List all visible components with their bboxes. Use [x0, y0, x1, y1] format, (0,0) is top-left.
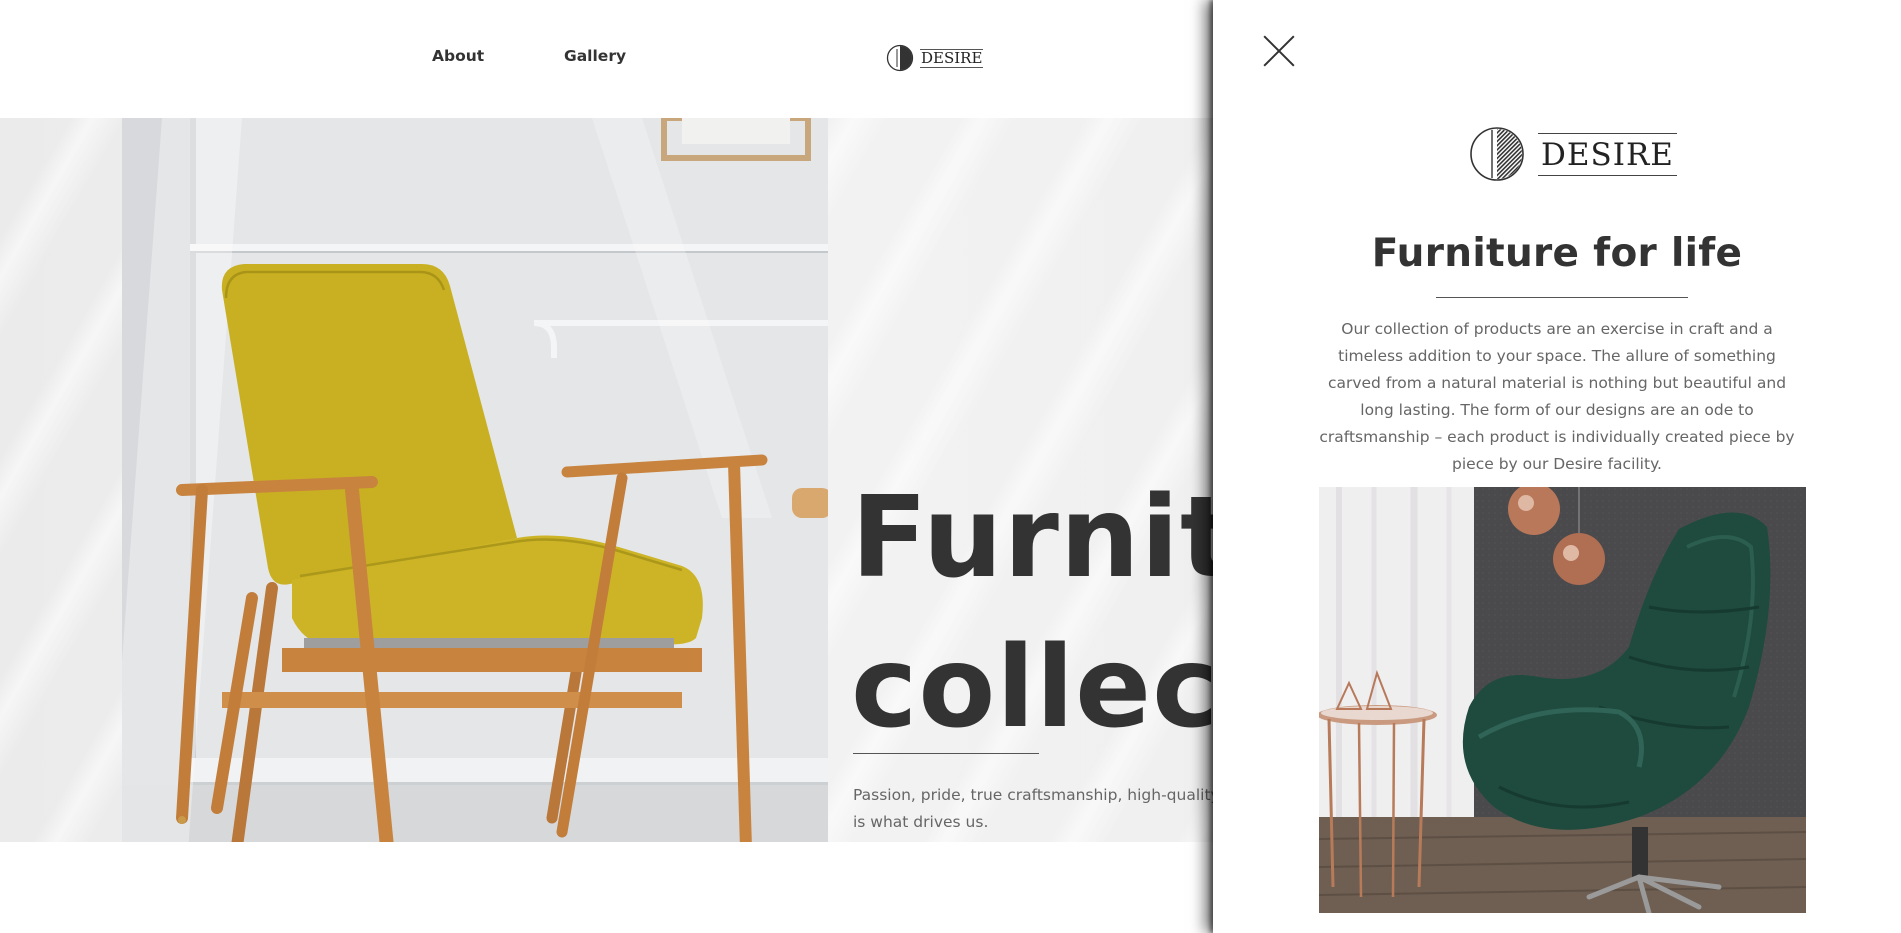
hero-subtitle-line-2: is what drives us. [853, 813, 989, 831]
nav-about-link[interactable]: About [432, 47, 484, 65]
header-logo-text: DESIRE [920, 48, 984, 68]
hero-divider [853, 753, 1039, 754]
panel-description: Our collection of products are an exerci… [1319, 320, 1795, 473]
panel-logo-text: DESIRE [1538, 132, 1677, 176]
logo-mark-icon [886, 44, 914, 72]
panel-divider [1436, 297, 1688, 298]
hero-subtitle-line-1: Passion, pride, true craftsmanship, high… [853, 786, 1240, 804]
green-egg-chair-photo [1319, 487, 1806, 913]
yellow-armchair-photo [122, 118, 828, 842]
info-side-panel: DESIRE Furniture for life Our collection… [1213, 0, 1901, 933]
nav-gallery-link[interactable]: Gallery [564, 47, 626, 65]
close-icon[interactable] [1262, 34, 1296, 68]
panel-logo: DESIRE [1469, 126, 1677, 182]
header-logo[interactable]: DESIRE [886, 44, 984, 72]
logo-mark-icon [1470, 127, 1524, 181]
hero-subtitle: Passion, pride, true craftsmanship, high… [853, 782, 1273, 836]
panel-title: Furniture for life [1371, 231, 1743, 276]
